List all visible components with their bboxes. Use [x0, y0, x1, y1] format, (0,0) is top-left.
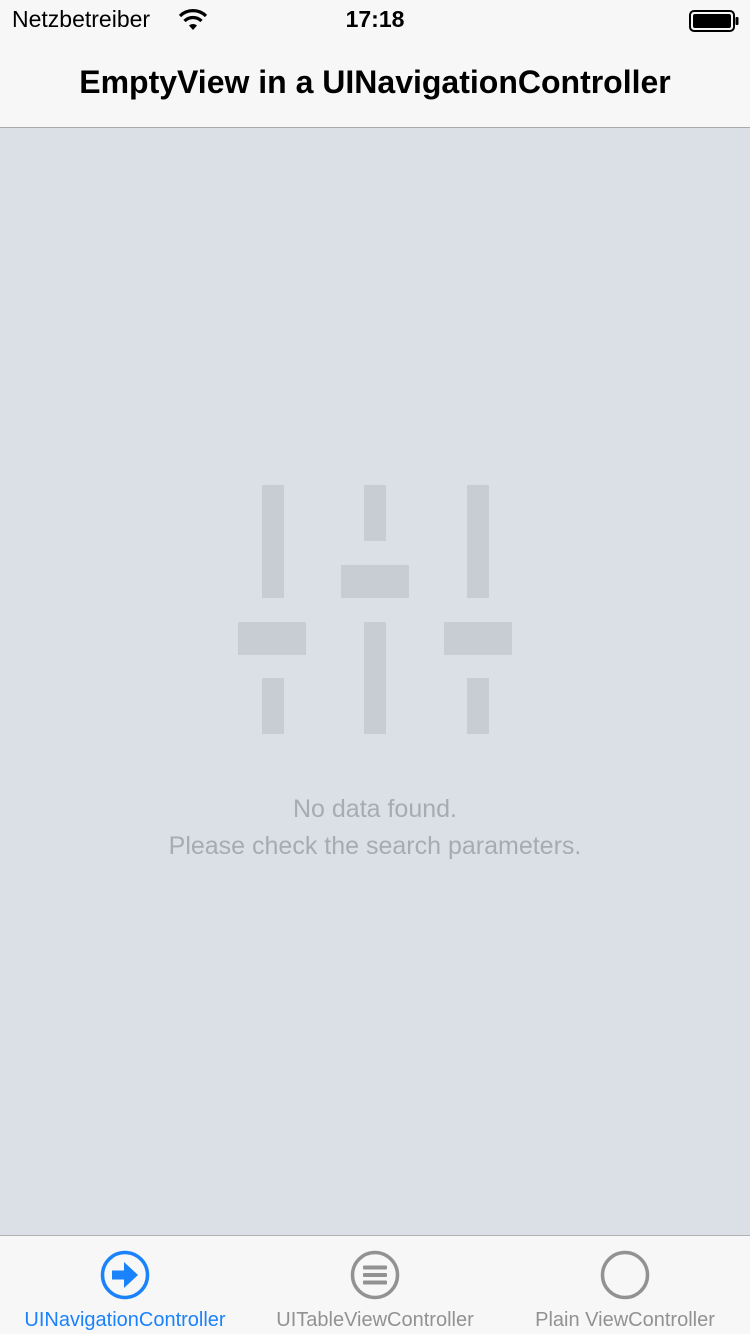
empty-message-title: No data found. — [292, 795, 457, 823]
tab-label: UINavigationController — [24, 1309, 226, 1331]
screen: Netzbetreiber 17:18 EmptyView in a UINav… — [0, 0, 750, 1334]
tab-uitableviewcontroller[interactable]: UITableViewController — [250, 1236, 500, 1334]
tab-label: Plain ViewController — [535, 1309, 715, 1331]
navigation-bar: Netzbetreiber 17:18 EmptyView in a UINav… — [0, 0, 750, 128]
sliders-icon — [238, 485, 512, 734]
status-time: 17:18 — [345, 6, 405, 32]
battery-icon — [689, 10, 739, 32]
tab-plain-viewcontroller[interactable]: Plain ViewController — [500, 1236, 750, 1334]
tab-label: UITableViewController — [276, 1309, 474, 1331]
tab-bar: UINavigationController UITableViewContro… — [0, 1235, 750, 1334]
page-title: EmptyView in a UINavigationController — [79, 64, 671, 100]
tab-uinavigationcontroller[interactable]: UINavigationController — [0, 1236, 250, 1334]
empty-message-detail: Please check the search parameters. — [168, 832, 582, 860]
list-circle-icon — [350, 1250, 400, 1300]
empty-message: No data found. Please check the search p… — [0, 791, 750, 865]
empty-view: No data found. Please check the search p… — [0, 129, 750, 1234]
arrow-right-circle-icon — [100, 1250, 150, 1300]
circle-icon — [600, 1250, 650, 1300]
status-bar: Netzbetreiber 17:18 — [0, 0, 750, 40]
